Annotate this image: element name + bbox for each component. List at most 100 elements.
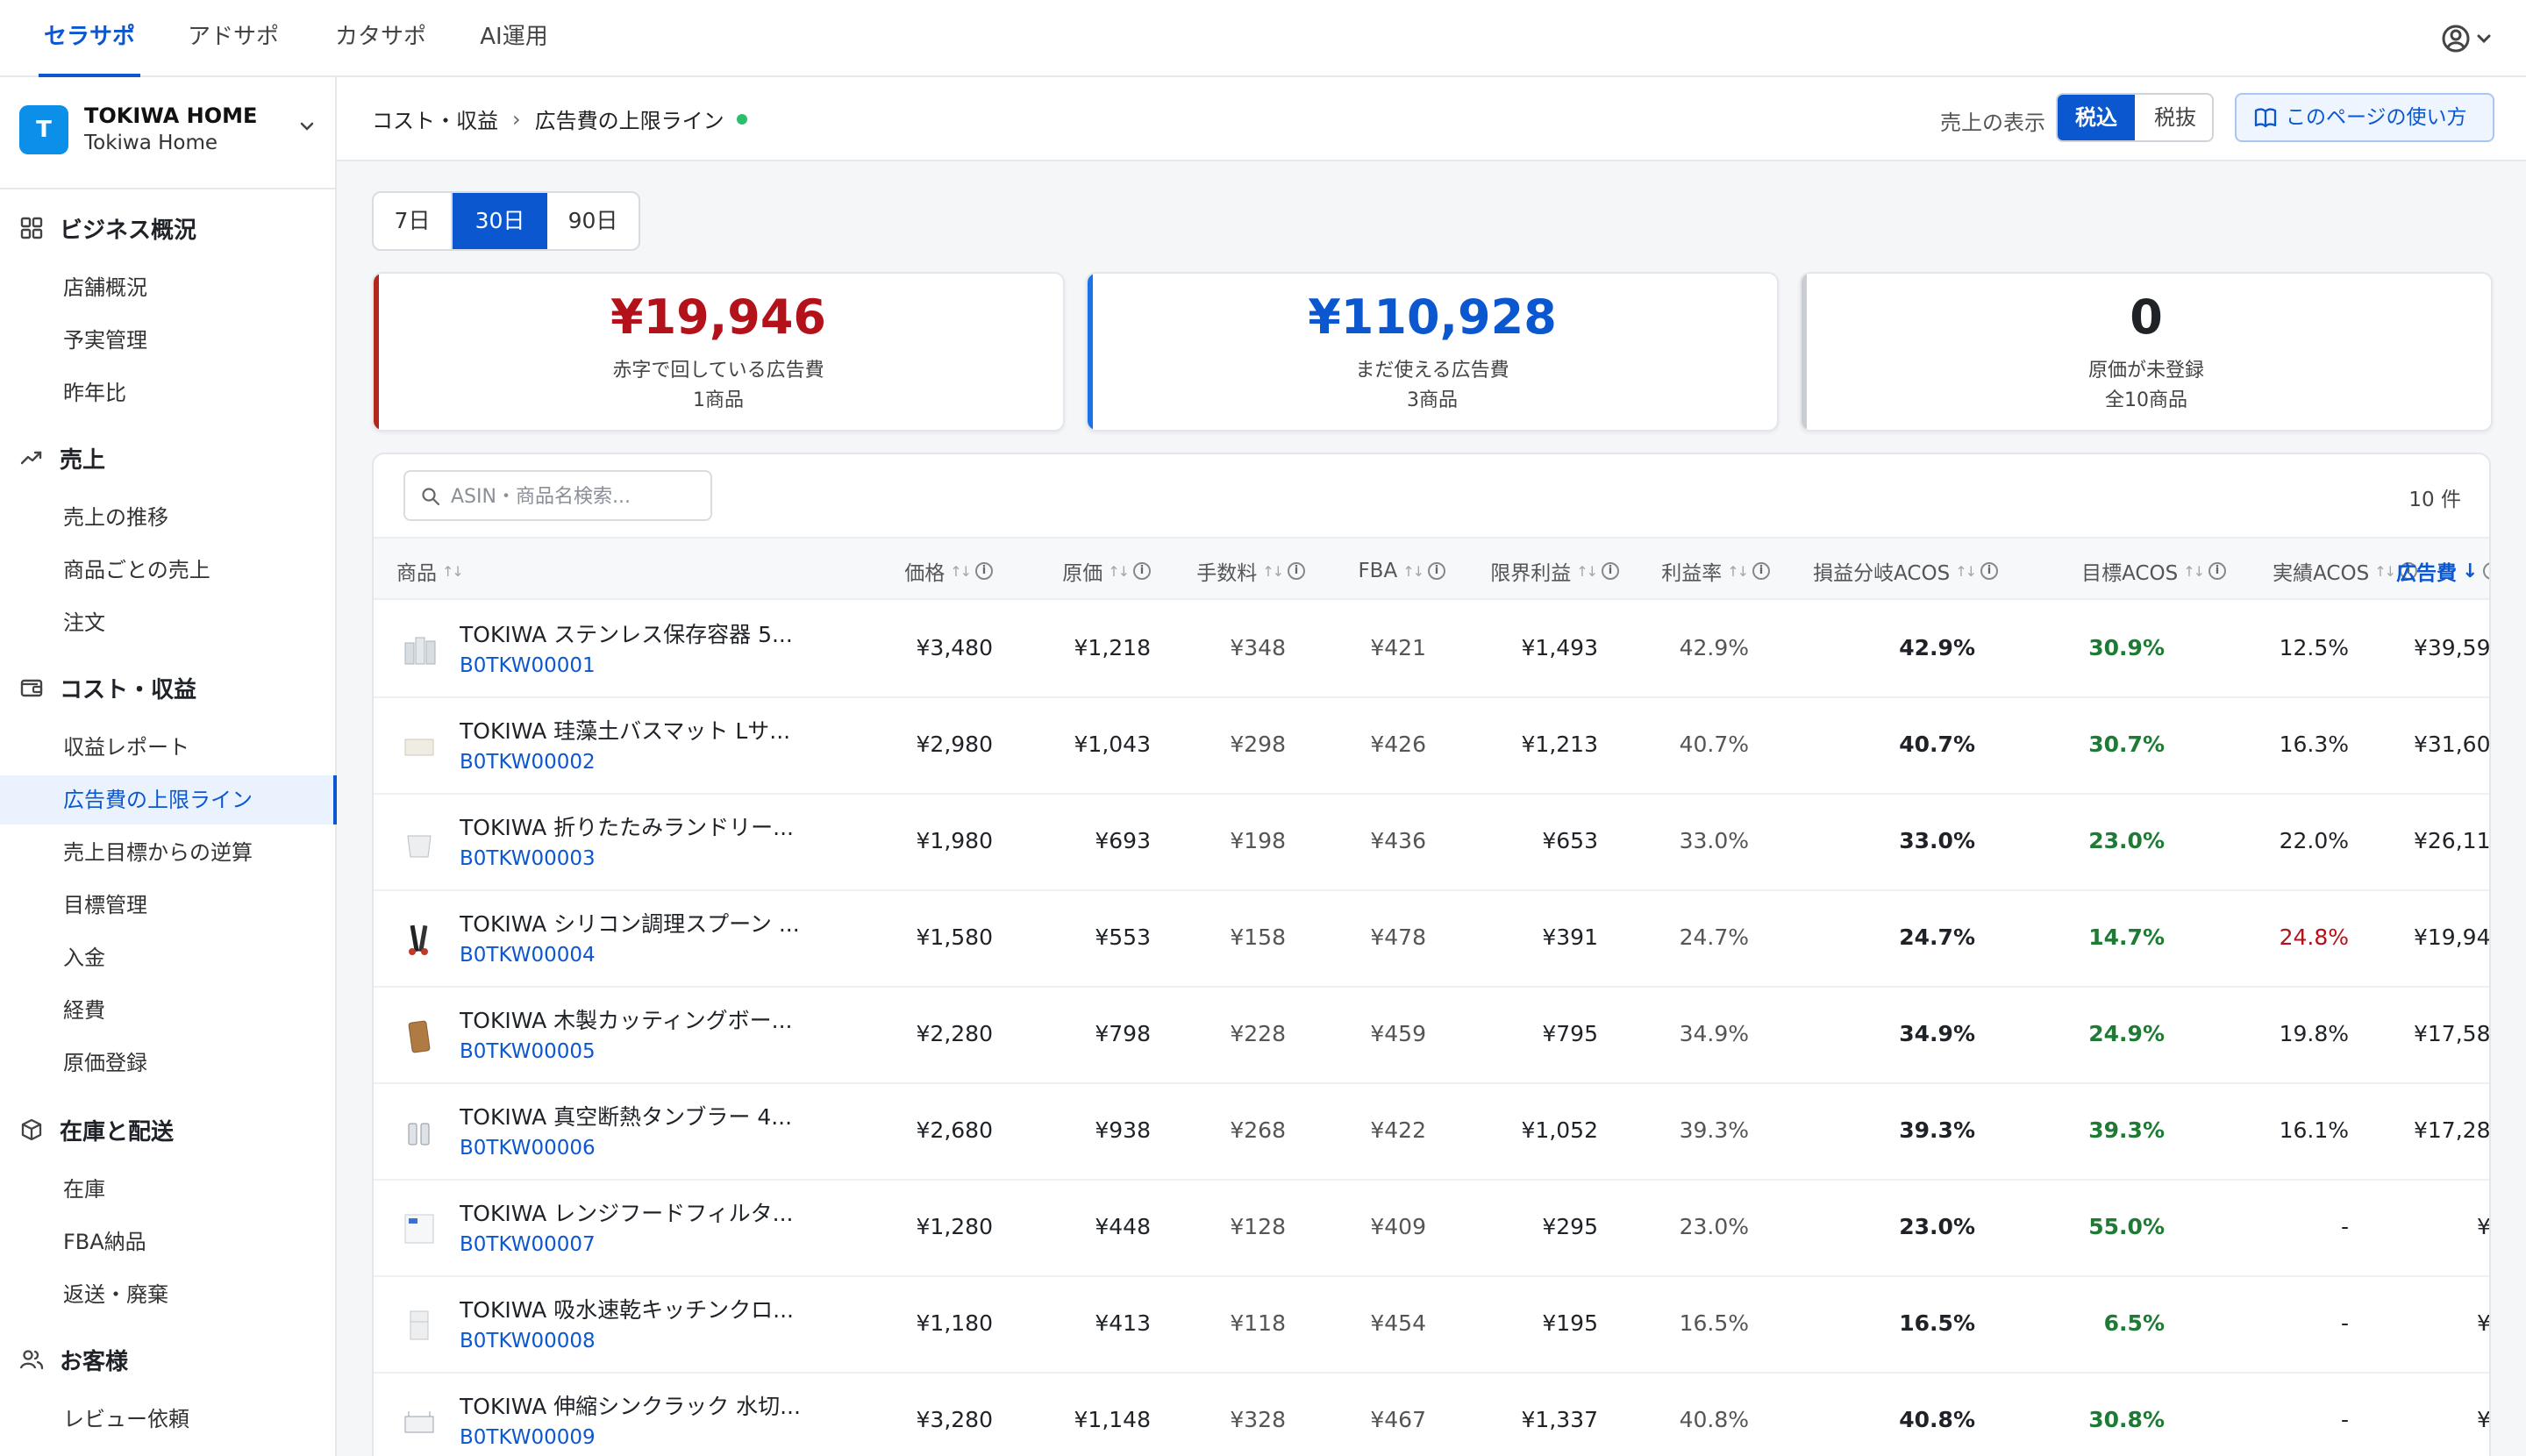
- product-asin-link[interactable]: B0TKW00003: [460, 847, 596, 870]
- table-row[interactable]: TOKIWA 折りたたみランドリー... B0TKW00003 ¥1,980 ¥693…: [374, 795, 2491, 891]
- col-marginal-profit[interactable]: 限界利益 ↑↓ i: [1444, 558, 1619, 585]
- sidebar-item-orders[interactable]: 注文: [0, 598, 335, 647]
- breadcrumb-parent[interactable]: コスト・収益: [372, 103, 498, 134]
- period-7d[interactable]: 7日: [374, 193, 453, 249]
- card-available-ad-spend[interactable]: ¥110,928 まだ使える広告費 3商品: [1086, 272, 1779, 432]
- search-input[interactable]: [451, 481, 705, 512]
- tab-serasapo[interactable]: セラサポ: [39, 0, 140, 77]
- cell-fee: ¥268: [1230, 1117, 1286, 1143]
- store-subname: Tokiwa Home: [84, 132, 218, 154]
- product-asin-link[interactable]: B0TKW00001: [460, 654, 596, 677]
- cell-price: ¥1,280: [916, 1214, 993, 1239]
- info-icon[interactable]: i: [1288, 562, 1305, 580]
- col-profit-rate[interactable]: 利益率 ↑↓ i: [1619, 558, 1770, 585]
- sidebar-item-yoy[interactable]: 昨年比: [0, 368, 335, 418]
- col-fee[interactable]: 手数料 ↑↓ i: [1163, 558, 1305, 585]
- store-switcher[interactable]: T TOKIWA HOME Tokiwa Home: [19, 98, 318, 172]
- card-label: まだ使える広告費: [1355, 360, 1509, 382]
- table-row[interactable]: TOKIWA ステンレス保存容器 5... B0TKW00001 ¥3,480 ¥1,…: [374, 602, 2489, 698]
- sidebar-item-fba-inbound[interactable]: FBA納品: [0, 1217, 335, 1267]
- product-name: TOKIWA ステンレス保存容器 5...: [460, 622, 793, 647]
- card-cost-unregistered[interactable]: 0 原価が未登録 全10商品: [1800, 272, 2493, 432]
- product-asin-link[interactable]: B0TKW00005: [460, 1040, 596, 1063]
- product-asin-link[interactable]: B0TKW00009: [460, 1426, 596, 1449]
- col-cost[interactable]: 原価 ↑↓ i: [1023, 558, 1151, 585]
- info-icon[interactable]: i: [1428, 562, 1445, 580]
- user-menu[interactable]: [2440, 21, 2501, 56]
- cell-ad-spend: ¥26,11: [2414, 828, 2491, 853]
- tax-toggle: 税込 税抜: [2056, 93, 2214, 142]
- sidebar-item-deposits[interactable]: 入金: [0, 933, 335, 982]
- col-ad-spend[interactable]: 広告費↓i: [2396, 558, 2489, 585]
- how-to-use-button[interactable]: このページの使い方: [2235, 93, 2494, 142]
- table-row[interactable]: TOKIWA 珪藻土バスマット Lサ... B0TKW00002 ¥2,980 ¥1,…: [374, 698, 2489, 795]
- cell-ad-spend: ¥: [2477, 1214, 2491, 1239]
- col-actual-acos[interactable]: 実績ACOS ↑↓ i: [2198, 558, 2417, 585]
- cell-fba: ¥436: [1370, 828, 1426, 853]
- product-asin-link[interactable]: B0TKW00007: [460, 1233, 596, 1256]
- product-thumbnail: [404, 1411, 434, 1433]
- period-90d[interactable]: 90日: [547, 193, 639, 249]
- cell-fee: ¥328: [1230, 1407, 1286, 1432]
- sort-icon: ↑↓: [1402, 562, 1424, 580]
- tax-included-option[interactable]: 税込: [2058, 95, 2135, 140]
- product-asin-link[interactable]: B0TKW00006: [460, 1137, 596, 1160]
- tab-ai-ops[interactable]: AI運用: [479, 0, 549, 75]
- cell-fee: ¥128: [1230, 1214, 1286, 1239]
- sidebar-item-profit-report[interactable]: 収益レポート: [0, 723, 335, 772]
- sidebar-item-review-request[interactable]: レビュー依頼: [0, 1395, 335, 1444]
- cell-target-acos: 55.0%: [2088, 1214, 2165, 1239]
- table-row[interactable]: TOKIWA 木製カッティングボー... B0TKW00005 ¥2,280 ¥798…: [374, 988, 2489, 1084]
- sidebar-item-budget-actual[interactable]: 予実管理: [0, 316, 335, 365]
- col-price[interactable]: 価格 ↑↓ i: [865, 558, 993, 585]
- sidebar-item-cost-registration[interactable]: 原価登録: [0, 1038, 335, 1088]
- product-asin-link[interactable]: B0TKW00004: [460, 944, 596, 967]
- info-icon[interactable]: i: [1752, 562, 1770, 580]
- info-icon[interactable]: i: [2483, 562, 2489, 580]
- cell-cost: ¥1,148: [1074, 1407, 1151, 1432]
- info-icon[interactable]: i: [1980, 562, 1998, 580]
- table-row[interactable]: TOKIWA 伸縮シンクラック 水切... B0TKW00009 ¥3,280 ¥1,…: [374, 1374, 2491, 1456]
- cell-ad-spend: ¥: [2477, 1407, 2491, 1432]
- period-30d[interactable]: 30日: [453, 193, 547, 249]
- col-fba[interactable]: FBA ↑↓ i: [1321, 558, 1445, 584]
- product-name: TOKIWA 伸縮シンクラック 水切...: [460, 1394, 801, 1419]
- chevron-down-icon: [300, 122, 314, 131]
- period-selector: 7日 30日 90日: [372, 191, 640, 251]
- cell-fee: ¥228: [1230, 1021, 1286, 1046]
- cell-profit-rate: 23.0%: [1679, 1214, 1749, 1239]
- sidebar-item-inventory[interactable]: 在庫: [0, 1165, 335, 1214]
- sidebar-item-sales-by-product[interactable]: 商品ごとの売上: [0, 546, 335, 595]
- card-label: 赤字で回している広告費: [612, 360, 824, 382]
- product-asin-link[interactable]: B0TKW00008: [460, 1330, 596, 1353]
- table-row[interactable]: TOKIWA シリコン調理スプーン ... B0TKW00004 ¥1,580 ¥55…: [374, 891, 2489, 988]
- cell-actual-acos: -: [2340, 1310, 2349, 1336]
- cell-fba: ¥426: [1370, 732, 1426, 757]
- sidebar-item-sales-trend[interactable]: 売上の推移: [0, 493, 335, 542]
- product-asin-link[interactable]: B0TKW00002: [460, 751, 596, 774]
- col-target-acos[interactable]: 目標ACOS ↑↓ i: [2005, 558, 2226, 585]
- sidebar-item-reverse-from-target[interactable]: 売上目標からの逆算: [0, 828, 335, 877]
- product-name: TOKIWA 吸水速乾キッチンクロ...: [460, 1297, 794, 1323]
- cell-breakeven-acos: 40.7%: [1899, 732, 1975, 757]
- info-icon[interactable]: i: [975, 562, 993, 580]
- sidebar-item-goal-management[interactable]: 目標管理: [0, 881, 335, 930]
- info-icon[interactable]: i: [1133, 562, 1151, 580]
- tax-excluded-option[interactable]: 税抜: [2137, 95, 2212, 140]
- tab-katasapo[interactable]: カタサポ: [332, 0, 430, 75]
- table-row[interactable]: TOKIWA 真空断熱タンブラー 4... B0TKW00006 ¥2,680 ¥93…: [374, 1084, 2489, 1181]
- card-loss-ad-spend[interactable]: ¥19,946 赤字で回している広告費 1商品: [372, 272, 1065, 432]
- cell-target-acos: 30.9%: [2088, 635, 2165, 660]
- sidebar-item-expenses[interactable]: 経費: [0, 986, 335, 1035]
- sidebar-item-store-overview[interactable]: 店舗概況: [0, 263, 335, 312]
- cell-target-acos: 30.7%: [2088, 732, 2165, 757]
- sidebar-item-returns-disposal[interactable]: 返送・廃棄: [0, 1270, 335, 1319]
- col-product[interactable]: 商品 ↑↓: [396, 558, 464, 585]
- table-row[interactable]: TOKIWA レンジフードフィルタ... B0TKW00007 ¥1,280 ¥448…: [374, 1181, 2491, 1277]
- col-breakeven-acos[interactable]: 損益分岐ACOS ↑↓ i: [1777, 558, 1998, 585]
- sidebar-item-ad-spend-limit[interactable]: 広告費の上限ライン: [0, 775, 337, 824]
- table-row[interactable]: TOKIWA 吸水速乾キッチンクロ... B0TKW00008 ¥1,180 ¥413…: [374, 1277, 2489, 1374]
- info-icon[interactable]: i: [1602, 562, 1619, 580]
- tab-adsapo[interactable]: アドサポ: [184, 0, 282, 75]
- cell-price: ¥2,980: [916, 732, 993, 757]
